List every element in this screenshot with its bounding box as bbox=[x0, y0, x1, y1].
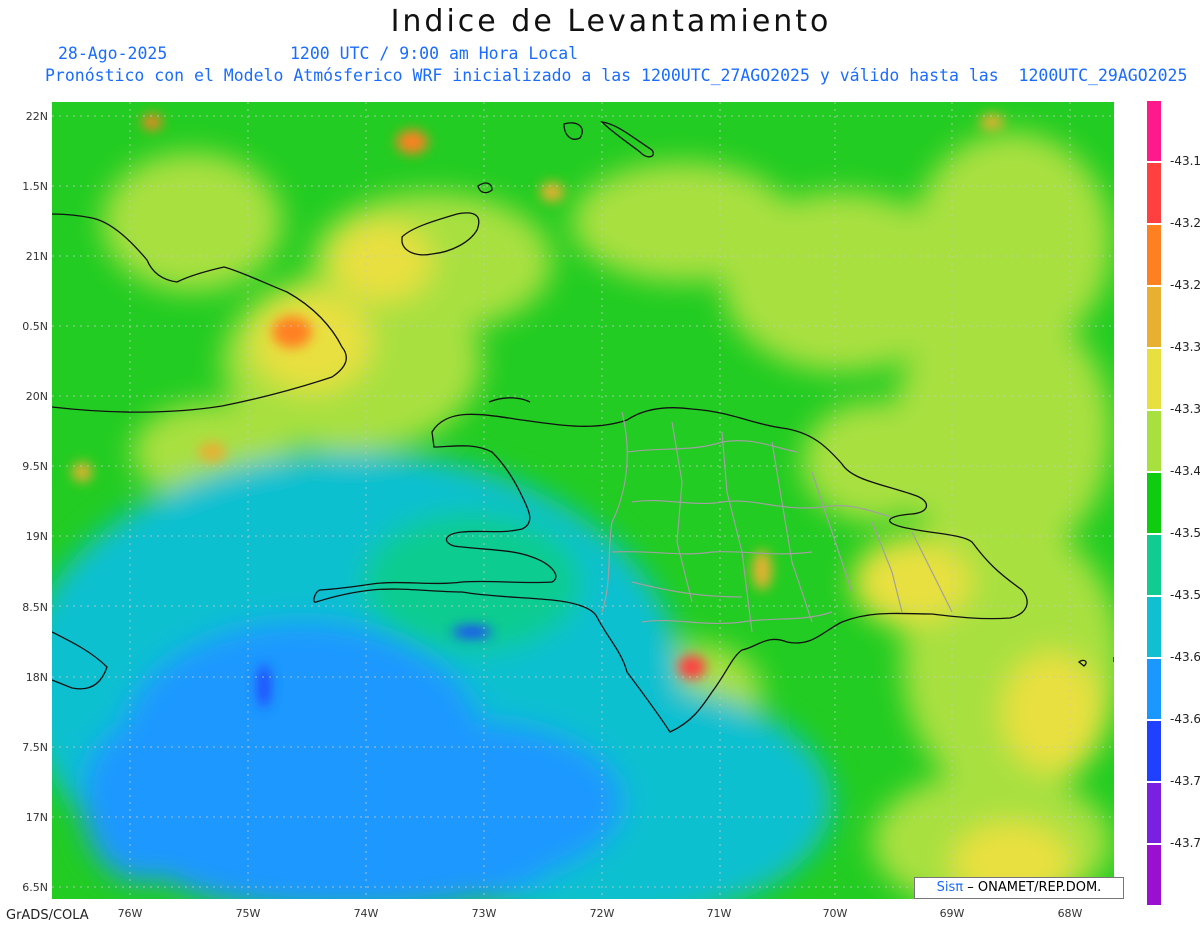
legend-swatch bbox=[1146, 658, 1162, 720]
lat-label: 9.5N bbox=[22, 460, 48, 473]
lifted-index-map bbox=[52, 102, 1114, 899]
forecast-description: Pronóstico con el Modelo Atmósferico WRF… bbox=[45, 66, 1188, 85]
color-legend bbox=[1146, 100, 1162, 906]
grads-footer: GrADS/COLA bbox=[6, 908, 89, 923]
lat-label: 0.5N bbox=[22, 320, 48, 333]
lat-label: 20N bbox=[25, 390, 48, 403]
legend-swatch bbox=[1146, 224, 1162, 286]
legend-label: -43.2 bbox=[1170, 216, 1200, 230]
legend-swatch bbox=[1146, 410, 1162, 472]
legend-label: -43.5 bbox=[1170, 526, 1200, 540]
legend-label: -43.6 bbox=[1170, 712, 1200, 726]
legend-label: -43.2 bbox=[1170, 278, 1200, 292]
legend-swatch bbox=[1146, 596, 1162, 658]
legend-label: -43.7 bbox=[1170, 836, 1200, 850]
credit-text: – ONAMET/REP.DOM. bbox=[967, 880, 1102, 895]
lon-label: 72W bbox=[589, 907, 615, 920]
lat-label: 22N bbox=[25, 110, 48, 123]
forecast-time: 1200 UTC / 9:00 am Hora Local bbox=[290, 44, 579, 63]
lon-label: 71W bbox=[706, 907, 732, 920]
lat-label: 7.5N bbox=[22, 741, 48, 754]
lon-label: 69W bbox=[939, 907, 965, 920]
credit-box: Sisπ – ONAMET/REP.DOM. bbox=[914, 877, 1124, 899]
legend-label: -43.3 bbox=[1170, 402, 1200, 416]
sispi-logo: Sisπ bbox=[936, 880, 964, 895]
legend-swatch bbox=[1146, 844, 1162, 906]
lon-label: 70W bbox=[822, 907, 848, 920]
lon-label: 75W bbox=[235, 907, 261, 920]
lat-label: 19N bbox=[25, 530, 48, 543]
map-field bbox=[52, 102, 1114, 899]
legend-swatch bbox=[1146, 472, 1162, 534]
lat-label: 8.5N bbox=[22, 601, 48, 614]
legend-label: -43.1 bbox=[1170, 154, 1200, 168]
lat-label: 1.5N bbox=[22, 180, 48, 193]
lon-label: 73W bbox=[471, 907, 497, 920]
lat-label: 6.5N bbox=[22, 881, 48, 894]
lon-label: 74W bbox=[353, 907, 379, 920]
legend-swatch bbox=[1146, 348, 1162, 410]
legend-swatch bbox=[1146, 162, 1162, 224]
legend-label: -43.5 bbox=[1170, 588, 1200, 602]
lat-label: 18N bbox=[25, 671, 48, 684]
legend-swatch bbox=[1146, 720, 1162, 782]
legend-swatch bbox=[1146, 782, 1162, 844]
forecast-date: 28-Ago-2025 bbox=[58, 44, 168, 63]
lat-label: 17N bbox=[25, 811, 48, 824]
legend-swatch bbox=[1146, 100, 1162, 162]
lon-label: 68W bbox=[1057, 907, 1083, 920]
legend-label: -43.4 bbox=[1170, 464, 1200, 478]
legend-label: -43.6 bbox=[1170, 650, 1200, 664]
legend-swatch bbox=[1146, 534, 1162, 596]
legend-label: -43.3 bbox=[1170, 340, 1200, 354]
legend-swatch bbox=[1146, 286, 1162, 348]
lon-label: 76W bbox=[117, 907, 143, 920]
legend-label: -43.7 bbox=[1170, 774, 1200, 788]
map-title: Indice de Levantamiento bbox=[390, 4, 832, 39]
lat-label: 21N bbox=[25, 250, 48, 263]
